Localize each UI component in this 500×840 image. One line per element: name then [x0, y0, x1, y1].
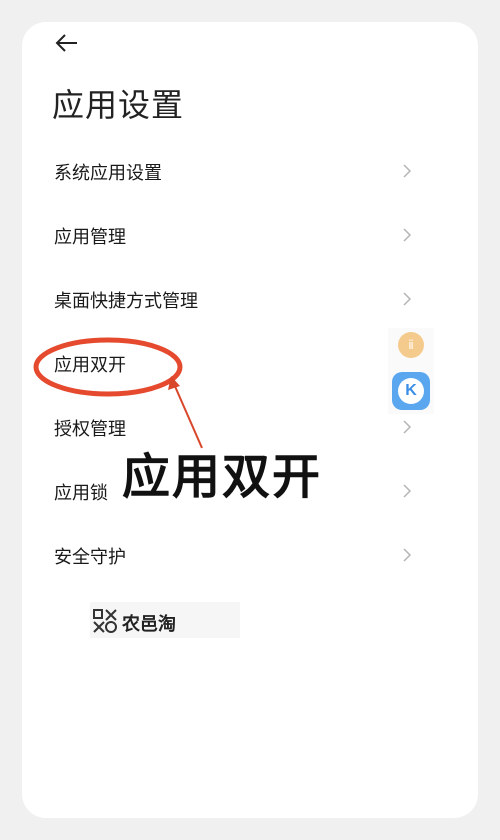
page-title: 应用设置 [52, 86, 185, 124]
back-button[interactable] [52, 30, 82, 60]
watermark: 农邑淘 [90, 602, 240, 638]
floating-badges: ⅱ K [388, 328, 434, 414]
qr-style-icon [93, 609, 117, 633]
chevron-right-icon [403, 548, 412, 562]
chevron-right-icon [403, 484, 412, 498]
menu-item-label: 安全守护 [54, 547, 126, 568]
menu-item-label: 授权管理 [54, 419, 126, 440]
chevron-right-icon [403, 292, 412, 306]
annotation-text: 应用双开 [122, 449, 323, 505]
k-letter: K [398, 378, 424, 404]
menu-item-system-app-settings[interactable]: 系统应用设置 [22, 139, 478, 203]
chevron-right-icon [403, 164, 412, 178]
menu-item-app-management[interactable]: 应用管理 [22, 203, 478, 267]
k-app-icon[interactable]: K [392, 372, 430, 410]
arrow-left-icon [55, 34, 77, 52]
menu-item-label: 应用锁 [54, 483, 108, 504]
watermark-text: 农邑淘 [122, 614, 176, 635]
menu-item-security-guard[interactable]: 安全守护 [22, 523, 478, 587]
menu-item-label: 应用管理 [54, 227, 126, 248]
menu-item-label: 桌面快捷方式管理 [54, 291, 198, 312]
chevron-right-icon [403, 228, 412, 242]
menu-item-label: 系统应用设置 [54, 163, 162, 184]
orange-badge-icon[interactable]: ⅱ [398, 332, 424, 358]
phone-screen: 应用设置 系统应用设置 应用管理 桌面快捷方式管理 应用双开 授权管理 应用锁 … [22, 22, 478, 818]
chevron-right-icon [403, 420, 412, 434]
menu-item-desktop-shortcuts[interactable]: 桌面快捷方式管理 [22, 267, 478, 331]
